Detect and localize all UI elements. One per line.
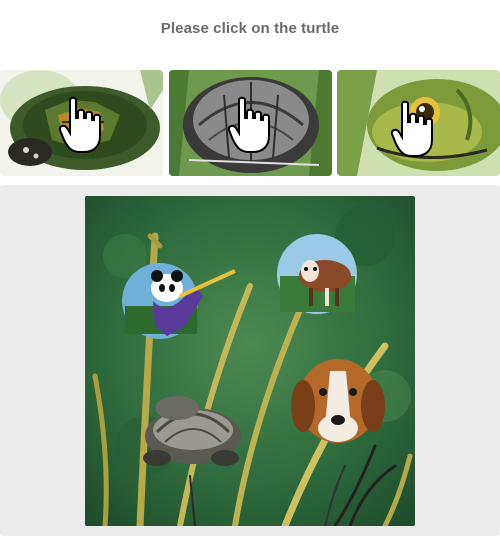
- captcha-page: Please click on the turtle: [0, 0, 500, 536]
- example-image-3: [337, 70, 500, 176]
- example-image-2: [169, 70, 332, 176]
- example-image-1: [0, 70, 163, 176]
- captcha-prompt: Please click on the turtle: [160, 20, 340, 37]
- challenge-panel: [0, 185, 500, 536]
- cow-figure: [277, 234, 357, 314]
- example-images-row: [0, 70, 500, 176]
- challenge-image[interactable]: [85, 196, 415, 526]
